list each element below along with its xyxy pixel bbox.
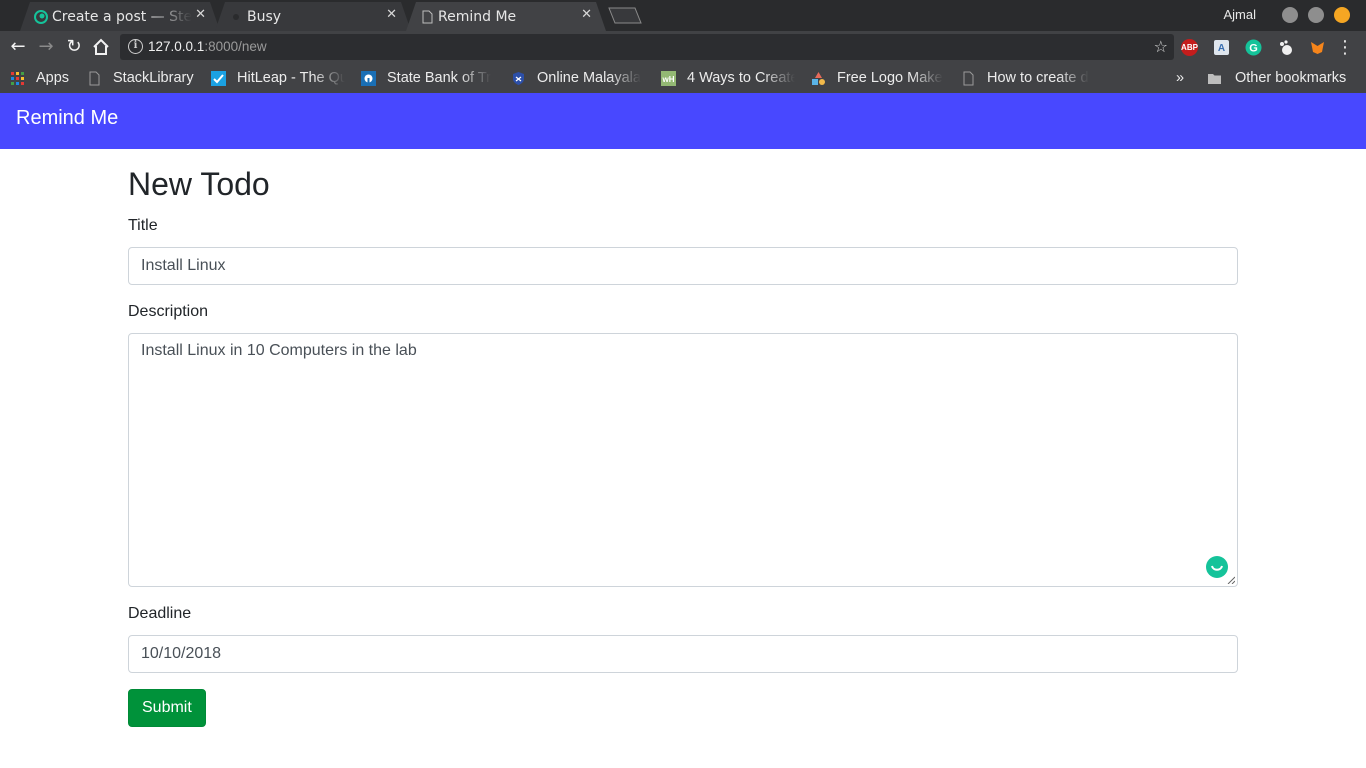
tab-title: Create a post — Ste [52,8,192,25]
sbt-icon [361,70,376,86]
resize-grip-icon[interactable] [1227,576,1235,584]
shapes-icon [812,71,825,85]
other-bookmarks[interactable]: Other bookmarks [1207,69,1346,87]
metamask-fox-icon[interactable] [1309,39,1326,56]
browser-tab-create-post[interactable]: Create a post — Ste ✕ [20,2,220,31]
close-tab-icon[interactable]: ✕ [581,7,592,22]
bookmark-how-to-create[interactable]: How to create d [961,69,1089,87]
back-arrow-icon[interactable]: ← [8,37,28,57]
title-input[interactable]: Install Linux [128,247,1238,285]
hitleap-icon [211,70,226,86]
bookmark-label: 4 Ways to Create [687,70,795,86]
page-icon [963,71,974,85]
bookmark-label: State Bank of Tr [387,70,491,86]
site-info-icon[interactable]: i [128,39,143,54]
description-textarea[interactable]: Install Linux in 10 Computers in the lab [128,333,1238,587]
title-label: Title [128,217,158,234]
close-tab-icon[interactable]: ✕ [195,7,206,22]
page-icon [89,71,100,85]
gnome-extension-icon[interactable] [1278,39,1295,56]
bookmark-label: Other bookmarks [1235,70,1347,86]
deadline-input[interactable]: 10/10/2018 [128,635,1238,673]
reload-icon[interactable]: ↻ [64,37,84,57]
browser-tab-remind-me[interactable]: Remind Me ✕ [406,2,606,31]
bookmark-4-ways[interactable]: wH 4 Ways to Create [661,69,795,87]
tab-title: Busy [247,8,282,25]
bookmark-hitleap[interactable]: HitLeap - The Qu [211,69,345,87]
minimize-button[interactable] [1282,7,1298,23]
bookmark-free-logo-maker[interactable]: Free Logo Make [811,69,943,87]
profile-name[interactable]: Ajmal [1223,7,1256,22]
bookmark-label: Online Malayala [537,70,641,86]
apps-grid-icon [11,71,24,85]
bookmark-label: HitLeap - The Qu [237,70,345,86]
bookmark-state-bank[interactable]: State Bank of Tr [361,69,491,87]
url-text[interactable]: 127.0.0.1:8000/new [148,39,267,54]
bookmark-label: How to create d [987,70,1089,86]
deadline-label: Deadline [128,605,192,622]
svg-text:wH: wH [662,75,675,84]
shield-icon [513,71,524,85]
new-tab-button[interactable] [608,7,642,24]
wikihow-icon: wH [661,70,676,86]
bookmark-label: StackLibrary [113,70,194,86]
description-text: Install Linux in 10 Computers in the lab [141,342,417,359]
browser-tabstrip: Create a post — Ste ✕ Busy ✕ Remind Me ✕… [0,0,1366,31]
adblock-icon[interactable]: ABP [1181,39,1198,56]
folder-icon [1208,73,1221,84]
bookmark-star-icon[interactable]: ☆ [1154,37,1168,56]
stack-circle-icon [34,10,48,24]
app-navbar: Remind Me [0,93,1366,149]
bookmark-online-malayalam[interactable]: Online Malayala [511,69,641,87]
grammarly-status-icon[interactable] [1206,556,1228,578]
translate-extension-icon[interactable]: A [1213,39,1230,56]
home-icon[interactable] [92,38,110,56]
page-icon [422,10,433,24]
bookmark-stacklibrary[interactable]: StackLibrary [87,69,194,87]
close-window-button[interactable] [1334,7,1350,23]
address-bar[interactable]: i 127.0.0.1:8000/new ☆ [120,34,1174,60]
browser-toolbar: ← → ↻ i 127.0.0.1:8000/new ☆ ABP A G ⋮ [0,31,1366,63]
svg-text:G: G [1249,43,1258,55]
bookmark-label: Apps [36,70,70,86]
browser-tab-busy[interactable]: Busy ✕ [215,2,411,31]
bookmarks-bar: Apps StackLibrary HitLeap - The Qu State… [0,63,1366,93]
bookmark-apps[interactable]: Apps [10,69,69,87]
bookmark-label: Free Logo Make [837,70,943,86]
close-tab-icon[interactable]: ✕ [386,7,397,22]
busy-icon [233,14,239,20]
submit-button[interactable]: Submit [128,689,206,727]
browser-menu-icon[interactable]: ⋮ [1336,37,1354,58]
svg-text:A: A [1218,43,1225,54]
forward-arrow-icon[interactable]: → [36,37,56,57]
grammarly-icon[interactable]: G [1245,39,1262,56]
bookmarks-overflow-chevron[interactable]: » [1176,69,1184,87]
description-label: Description [128,303,209,320]
page-title: New Todo [128,166,270,202]
app-brand[interactable]: Remind Me [16,107,118,130]
tab-title: Remind Me [438,8,517,25]
maximize-button[interactable] [1308,7,1324,23]
